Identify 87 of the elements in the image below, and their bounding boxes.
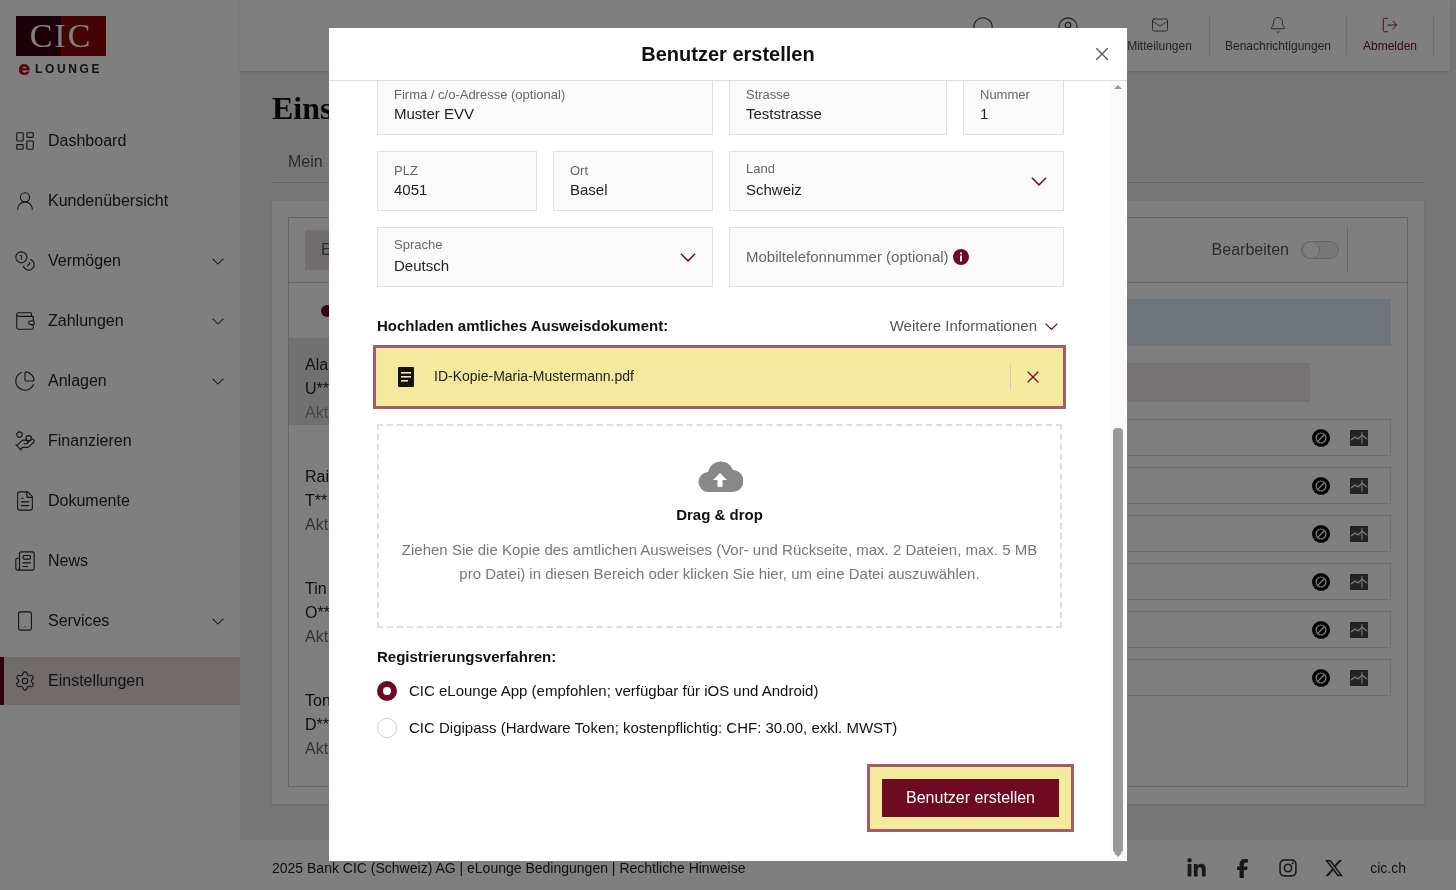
pie-chart-icon (14, 370, 36, 392)
document-icon (398, 366, 414, 387)
user-code: D** (305, 715, 329, 735)
nav-item[interactable]: Dokumente (0, 477, 240, 525)
nav-item[interactable]: News (0, 537, 240, 585)
ban-icon[interactable] (1312, 620, 1330, 639)
nav-item[interactable]: Anlagen (0, 357, 240, 405)
user-code: T** (305, 491, 328, 511)
scroll-up-icon[interactable] (1114, 85, 1122, 89)
input-field[interactable]: Strasse Teststrasse (729, 81, 947, 135)
dashboard-icon (14, 130, 36, 152)
nav-item[interactable]: Kundenübersicht (0, 177, 240, 225)
input-field[interactable]: Firma / c/o-Adresse (optional) Muster EVV (377, 81, 713, 135)
create-user-button[interactable]: Benutzer erstellen (882, 779, 1059, 817)
upload-heading: Hochladen amtliches Ausweisdokument: (377, 316, 670, 336)
ban-icon[interactable] (1312, 524, 1330, 543)
top-bar-item[interactable]: Abmelden (1347, 16, 1434, 55)
chevron-icon (1031, 176, 1047, 186)
page-title: Eins (272, 90, 333, 126)
nav-item[interactable]: Einstellungen (0, 657, 240, 705)
wallet-icon (14, 310, 36, 332)
ban-icon[interactable] (1312, 476, 1330, 495)
nav-item[interactable]: Zahlungen (0, 297, 240, 345)
registration-heading: Registrierungsverfahren: (377, 646, 558, 667)
ban-icon[interactable] (1312, 572, 1330, 591)
scroll-thumb[interactable] (1113, 428, 1123, 853)
x-icon[interactable] (1324, 858, 1345, 878)
user-name: Ala (305, 355, 329, 375)
radio-label: CIC Digipass (Hardware Token; kostenpflichtig: CHF: 30.00, exkl. MWST) (409, 717, 898, 738)
user-name: Tin (305, 579, 327, 599)
newspaper-icon (14, 550, 36, 572)
nav-item[interactable]: Dashboard (0, 117, 240, 165)
hand-coins-icon (14, 430, 36, 452)
phone-field[interactable]: Mobiltelefonnummer (optional) (729, 227, 1064, 287)
linkedin-icon[interactable] (1186, 857, 1208, 879)
cloud-upload-icon (696, 459, 743, 494)
chevron-icon (212, 257, 224, 265)
info-icon[interactable] (952, 249, 969, 265)
drop-description: Ziehen Sie die Kopie des amtlichen Ausweises (Vor- und Rückseite, max. 2 Dateien, max. 5 MB pro Datei) in diesen Bereich oder klicken Sie hier, um eine Datei auszuwählen. (400, 540, 1039, 584)
more-info-toggle[interactable]: Weitere Informationen (889, 315, 1062, 338)
nav-item[interactable]: Services (0, 597, 240, 645)
chevron-icon (212, 617, 224, 625)
user-status: Akt (305, 739, 329, 759)
chart-icon[interactable] (1350, 573, 1368, 590)
instagram-icon[interactable] (1278, 858, 1299, 878)
user-name: Rai (305, 467, 329, 487)
edit-label: Bearbeiten (1211, 240, 1289, 260)
drop-title: Drag & drop (676, 504, 763, 525)
logo-mark: CIC (16, 16, 106, 56)
settings-icon (14, 670, 36, 692)
user-code: O** (305, 603, 330, 623)
user-status: Akt (305, 515, 329, 535)
input-field[interactable]: PLZ 4051 (377, 151, 537, 211)
input-field[interactable]: Ort Basel (553, 151, 713, 211)
document-icon (14, 490, 36, 512)
chart-icon[interactable] (1350, 669, 1368, 686)
chevron-icon (680, 252, 696, 262)
ban-icon[interactable] (1312, 428, 1330, 447)
chevron-icon (1045, 322, 1058, 330)
radio-label: CIC eLounge App (empfohlen; verfügbar für iOS und Android) (409, 681, 819, 701)
footer-text: 2025 Bank CIC (Schweiz) AG | eLounge Bedingungen | Rechtliche Hinweise (272, 858, 747, 878)
chart-icon[interactable] (1350, 429, 1368, 446)
chart-icon[interactable] (1350, 525, 1368, 542)
file-name: ID-Kopie-Maria-Mustermann.pdf (434, 367, 635, 386)
user-status: Akt (305, 627, 329, 647)
select-field[interactable]: Sprache Deutsch (377, 227, 713, 287)
drop-zone[interactable]: Drag & drop Ziehen Sie die Kopie des amtlichen Ausweises (Vor- und Rückseite, max. 2 Dateien, max. 5 MB pro Datei) in diesen Bereich oder klicken Sie hier, um eine Datei auszuwählen. (377, 423, 1062, 628)
website-link[interactable]: cic.ch (1370, 857, 1406, 879)
nav-item[interactable]: Vermögen (0, 237, 240, 285)
radio-button[interactable] (377, 681, 397, 702)
select-field[interactable]: Land Schweiz (729, 151, 1064, 211)
chart-icon[interactable] (1350, 621, 1368, 638)
top-bar-item[interactable]: Benachrichtigungen (1210, 16, 1347, 55)
ban-icon[interactable] (1312, 668, 1330, 687)
coins-icon (14, 250, 36, 272)
chart-icon[interactable] (1350, 477, 1368, 494)
user-code: U** (305, 379, 329, 399)
person-icon (14, 190, 36, 212)
chevron-icon (212, 317, 224, 325)
logo-subtitle: LOUNGE (35, 61, 103, 78)
dialog-title: Benutzer erstellen (641, 42, 815, 67)
e-logo-icon (18, 62, 31, 76)
input-field[interactable]: Nummer 1 (963, 81, 1064, 135)
edit-toggle[interactable] (1301, 241, 1339, 259)
nav-item[interactable]: Finanzieren (0, 417, 240, 465)
tab[interactable]: Mein (272, 149, 323, 174)
chevron-icon (212, 377, 224, 385)
